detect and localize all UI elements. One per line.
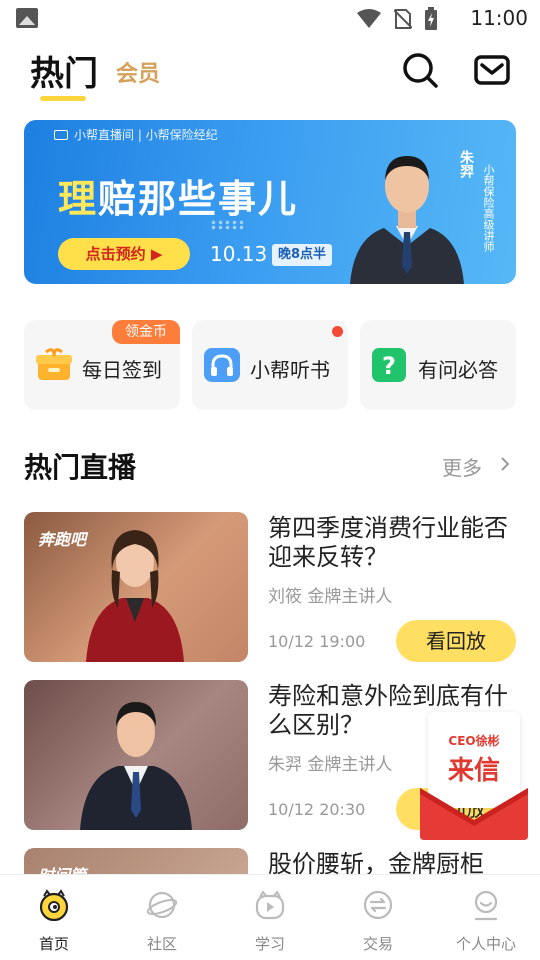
live-time: 10/12 19:00 <box>268 632 366 651</box>
nav-learn[interactable]: 学习 <box>216 875 324 960</box>
search-button[interactable] <box>400 50 440 90</box>
presenter-name: 朱羿 <box>458 150 474 178</box>
replay-button[interactable]: 看回放 <box>396 620 516 662</box>
quick-audiobook-label: 小帮听书 <box>250 358 330 382</box>
exchange-icon <box>363 890 393 920</box>
coin-tag: 领金币 <box>112 320 180 344</box>
question-icon: ? <box>372 348 406 382</box>
notification-dot <box>332 326 343 337</box>
banner-brand: 小帮直播间 | 小帮保险经纪 <box>54 126 218 143</box>
nav-community[interactable]: 社区 <box>108 875 216 960</box>
home-face-icon <box>39 889 69 921</box>
envelope-icon <box>420 788 528 840</box>
quick-checkin-label: 每日签到 <box>82 358 162 382</box>
search-icon <box>403 53 438 88</box>
banner-time: 晚8点半 <box>272 244 333 266</box>
live-time: 10/12 20:30 <box>268 800 366 819</box>
promo-banner[interactable]: 小帮直播间 | 小帮保险经纪 理赔那些事儿 点击预约 ▶ 10.13 晚8点半 … <box>24 120 516 284</box>
section-title: 热门直播 <box>24 451 137 484</box>
ceo-letter-float[interactable]: CEO徐彬 来信 <box>420 712 528 840</box>
live-thumbnail[interactable]: 奔跑吧 <box>24 512 248 662</box>
host-photo <box>80 702 192 830</box>
tab-vip[interactable]: 会员 <box>116 56 160 88</box>
chevron-right-icon[interactable] <box>496 455 514 473</box>
live-item[interactable]: 奔跑吧 第四季度消费行业能否迎来反转？ 刘筱 金牌主讲人 10/12 19:00… <box>0 512 540 662</box>
letter-sender: CEO徐彬 <box>448 734 500 748</box>
clock: 11:00 <box>470 6 528 30</box>
tv-icon <box>54 129 68 140</box>
play-icon <box>255 890 285 920</box>
gift-icon <box>36 348 72 380</box>
tab-hot[interactable]: 热门 <box>30 46 98 95</box>
battery-charging-icon <box>425 7 437 30</box>
banner-date: 10.13 <box>210 242 268 266</box>
quick-qa-label: 有问必答 <box>418 358 498 382</box>
banner-dots-decoration <box>210 220 246 230</box>
quick-qa[interactable]: ? 有问必答 <box>360 320 516 410</box>
svg-text:?: ? <box>382 352 396 380</box>
more-link[interactable]: 更多 <box>442 452 482 481</box>
bottom-nav: 首页 社区 学习 交易 个人中心 <box>0 874 540 960</box>
headphones-icon <box>204 348 240 382</box>
status-bar: 11:00 <box>0 0 540 36</box>
nav-trade-label: 交易 <box>362 935 393 953</box>
live-thumbnail[interactable] <box>24 680 248 830</box>
nav-community-label: 社区 <box>146 935 177 953</box>
live-speaker: 刘筱 金牌主讲人 <box>268 587 393 607</box>
nav-home-label: 首页 <box>38 935 69 953</box>
profile-icon <box>474 890 498 921</box>
nav-home[interactable]: 首页 <box>0 875 108 960</box>
host-photo <box>86 530 184 662</box>
image-icon <box>16 8 38 28</box>
active-tab-indicator <box>40 96 86 101</box>
presenter-title: 小帮保险高级讲师 <box>482 164 495 252</box>
nav-profile[interactable]: 个人中心 <box>432 875 540 960</box>
live-speaker: 朱羿 金牌主讲人 <box>268 755 393 775</box>
banner-title: 理赔那些事儿 <box>58 177 299 221</box>
quick-audiobook[interactable]: 小帮听书 <box>192 320 348 410</box>
top-header: 热门 会员 <box>0 40 540 110</box>
live-title: 第四季度消费行业能否迎来反转？ <box>268 514 508 571</box>
wifi-icon <box>357 9 381 28</box>
no-sim-icon <box>394 9 412 29</box>
book-button[interactable]: 点击预约 ▶ <box>58 238 190 270</box>
nav-profile-label: 个人中心 <box>455 935 516 953</box>
presenter-photo <box>350 156 464 284</box>
mail-button[interactable] <box>472 50 512 90</box>
mail-icon <box>474 55 510 85</box>
nav-learn-label: 学习 <box>254 935 285 953</box>
nav-trade[interactable]: 交易 <box>324 875 432 960</box>
planet-icon <box>146 891 178 919</box>
